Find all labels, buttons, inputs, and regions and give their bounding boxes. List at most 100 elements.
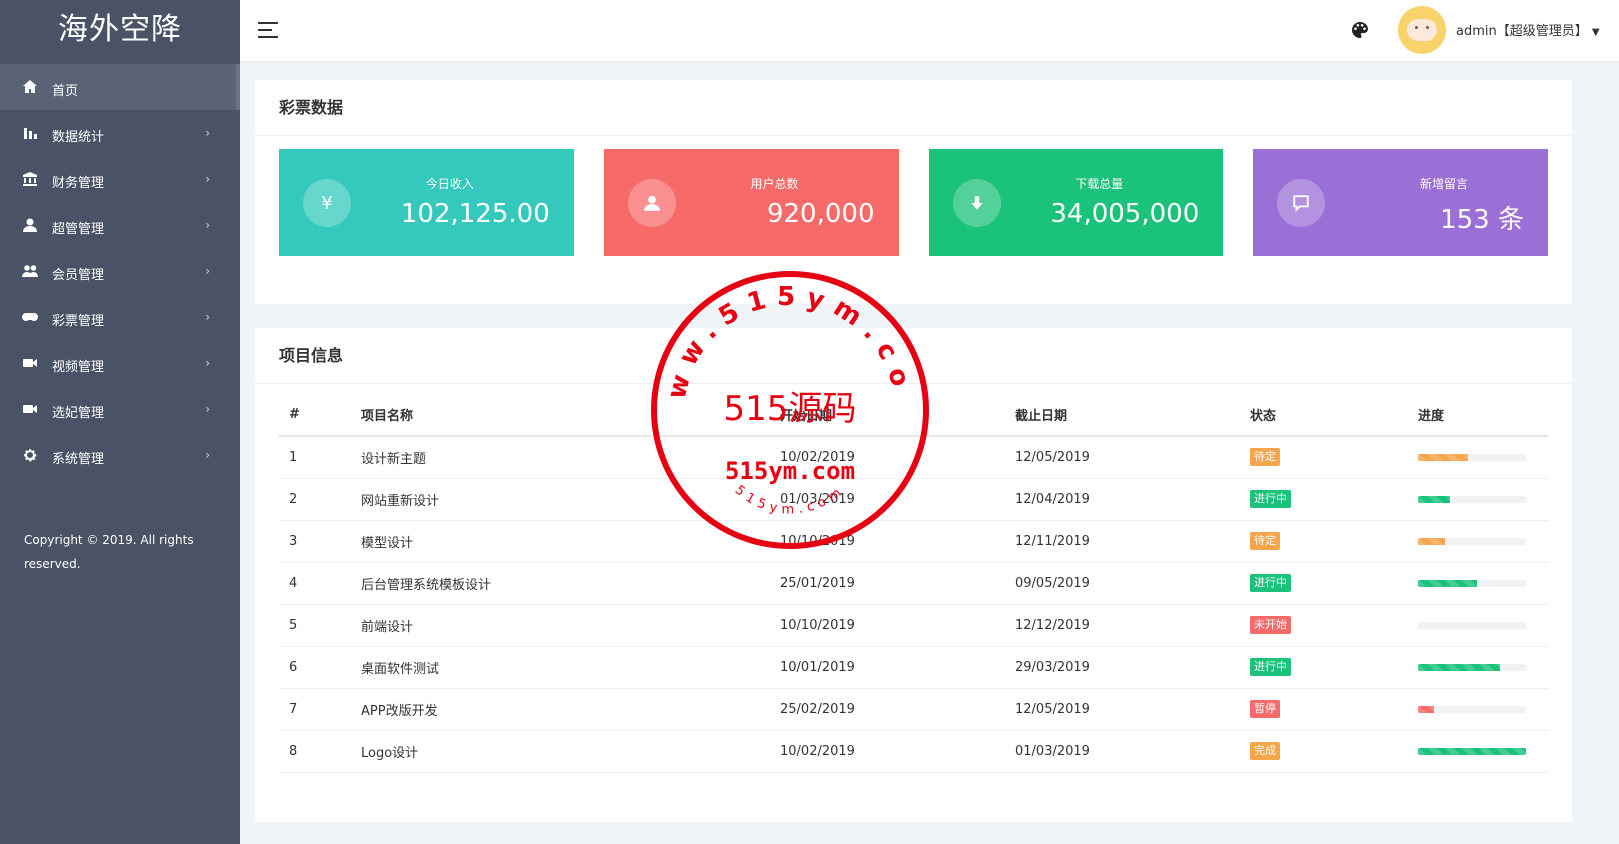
stat-value: 102,125.00 [400, 199, 550, 229]
progress-cell [1408, 604, 1548, 647]
progress-cell [1408, 436, 1548, 479]
chevron-right-icon: › [205, 264, 210, 278]
chevron-right-icon: › [205, 172, 210, 186]
top-header: admin【超级管理员】 ▼ [240, 0, 1619, 62]
end-date: 01/03/2019 [1005, 730, 1240, 773]
status-badge: 进行中 [1250, 490, 1291, 508]
progress-fill [1418, 453, 1468, 461]
chevron-right-icon: › [205, 356, 210, 370]
chevron-right-icon: › [205, 126, 210, 140]
chevron-right-icon: › [205, 448, 210, 462]
bank-icon [22, 171, 38, 187]
sidebar-item[interactable]: 系统管理 › [0, 432, 240, 478]
stat-value: 153 条 [1440, 205, 1524, 235]
sidebar-item-label: 系统管理 [52, 451, 105, 467]
project-name: 桌面软件测试 [351, 646, 770, 689]
brand-logo: 海外空降 [58, 12, 182, 47]
download-icon [952, 179, 1001, 227]
menu-toggle-icon[interactable] [258, 22, 278, 38]
status-cell: 暂停 [1240, 688, 1408, 731]
status-cell: 未开始 [1240, 604, 1408, 647]
status-badge: 进行中 [1250, 574, 1291, 592]
sidebar-item[interactable]: 首页 [0, 64, 240, 110]
sidebar-item-label: 视频管理 [52, 359, 105, 375]
start-date: 25/01/2019 [770, 562, 1005, 605]
user-menu[interactable]: admin【超级管理员】 ▼ [1456, 20, 1600, 39]
progress-bar [1418, 579, 1526, 587]
project-name: 前端设计 [351, 604, 770, 647]
status-cell: 待定 [1240, 436, 1408, 479]
sidebar-item[interactable]: 彩票管理 › [0, 294, 240, 340]
table-row: 7 APP改版开发 25/02/2019 12/05/2019 暂停 [279, 688, 1548, 731]
gamepad-icon [22, 309, 38, 325]
row-number: 5 [279, 604, 351, 647]
chevron-right-icon: › [205, 402, 210, 416]
sidebar-item-label: 数据统计 [52, 129, 105, 145]
sidebar-item[interactable]: 财务管理 › [0, 156, 240, 202]
sidebar-item[interactable]: 数据统计 › [0, 110, 240, 156]
sidebar-item-label: 超管管理 [52, 221, 105, 237]
status-cell: 进行中 [1240, 562, 1408, 605]
user-name-label: admin【超级管理员】 [1456, 24, 1588, 39]
status-cell: 完成 [1240, 730, 1408, 773]
chevron-right-icon: › [205, 310, 210, 324]
stat-cards: ¥ 今日收入 102,125.00 用户总数 920,000 下载总量 34,005,000… [279, 149, 1548, 256]
comment-icon [1277, 179, 1326, 227]
projects-panel: 项目信息 # 项目名称 开始日期 截止日期 状态 进度 1 设计新主题 10/02/2019 1… [255, 328, 1572, 822]
sidebar-item-label: 彩票管理 [52, 313, 105, 329]
yen-icon: ¥ [303, 179, 351, 227]
stat-label: 今日收入 [425, 177, 474, 191]
status-cell: 进行中 [1240, 646, 1408, 689]
progress-cell [1408, 562, 1548, 605]
video-icon [22, 355, 38, 371]
table-row: 8 Logo设计 10/02/2019 01/03/2019 完成 [279, 730, 1548, 773]
sidebar-item[interactable]: 超管管理 › [0, 202, 240, 248]
table-header-row: # 项目名称 开始日期 截止日期 状态 进度 [279, 394, 1548, 437]
palette-icon[interactable] [1350, 20, 1370, 40]
progress-fill [1418, 705, 1435, 713]
sidebar-item-label: 会员管理 [52, 267, 105, 283]
stat-card: 下载总量 34,005,000 [928, 149, 1224, 256]
progress-bar [1418, 537, 1526, 545]
avatar[interactable] [1398, 6, 1446, 54]
column-header: 状态 [1240, 394, 1408, 437]
progress-bar [1418, 663, 1526, 671]
users-icon [22, 263, 38, 279]
stat-label: 用户总数 [750, 177, 799, 191]
status-badge: 待定 [1250, 532, 1280, 550]
lottery-panel: 彩票数据 ¥ 今日收入 102,125.00 用户总数 920,000 下载总量 34,00… [255, 80, 1572, 304]
progress-cell [1408, 730, 1548, 773]
table-row: 3 模型设计 10/10/2019 12/11/2019 待定 [279, 520, 1548, 563]
progress-bar [1418, 747, 1526, 755]
project-name: 模型设计 [351, 520, 770, 563]
progress-fill [1418, 579, 1478, 587]
caret-down-icon: ▼ [1591, 27, 1600, 38]
status-badge: 进行中 [1250, 658, 1291, 676]
start-date: 10/02/2019 [770, 436, 1005, 479]
row-number: 6 [279, 646, 351, 689]
project-name: APP改版开发 [351, 688, 770, 731]
column-header: # [279, 394, 351, 437]
progress-bar [1418, 453, 1526, 461]
stat-value: 34,005,000 [1050, 199, 1200, 229]
sidebar-item[interactable]: 视频管理 › [0, 340, 240, 386]
row-number: 4 [279, 562, 351, 605]
status-cell: 待定 [1240, 520, 1408, 563]
status-badge: 未开始 [1250, 616, 1291, 634]
sidebar-item[interactable]: 选妃管理 › [0, 386, 240, 432]
column-header: 截止日期 [1005, 394, 1240, 437]
progress-cell [1408, 688, 1548, 731]
copyright: Copyright © 2019. All rights reserved. [24, 533, 194, 571]
row-number: 7 [279, 688, 351, 731]
start-date: 10/02/2019 [770, 730, 1005, 773]
video-icon [22, 401, 38, 417]
end-date: 09/05/2019 [1005, 562, 1240, 605]
project-name: 网站重新设计 [351, 478, 770, 521]
end-date: 12/05/2019 [1005, 688, 1240, 731]
sidebar-item-label: 选妃管理 [52, 405, 105, 421]
progress-cell [1408, 520, 1548, 563]
status-badge: 待定 [1250, 448, 1280, 467]
panel-title: 彩票数据 [255, 80, 1572, 136]
sidebar-item[interactable]: 会员管理 › [0, 248, 240, 294]
sidebar-nav: 首页 数据统计 › 财务管理 › 超管管理 › 会员管理 › 彩票管理 › 视频管理 › 选妃管理 › 系统管… [0, 64, 240, 478]
